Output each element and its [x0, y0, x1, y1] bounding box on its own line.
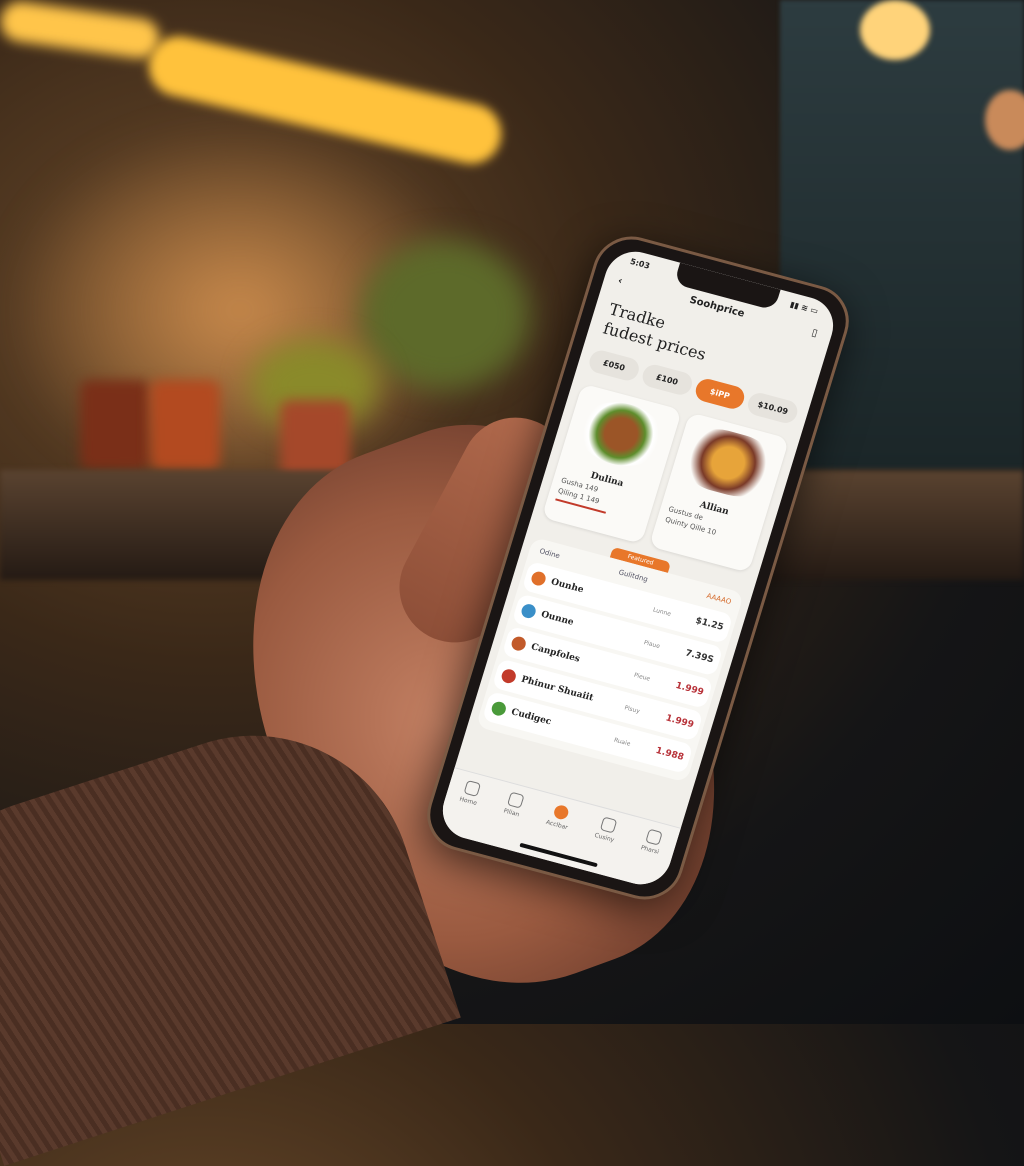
item-sub: Pisuy	[623, 703, 641, 715]
item-sub: Pieue	[633, 671, 652, 683]
list-header-right: AAAAO	[705, 591, 733, 607]
jar	[80, 380, 150, 470]
nav-item-cusiny[interactable]: Cusiny	[584, 816, 620, 876]
item-name: Canpfoles	[529, 642, 581, 665]
nav-label: Pharsi	[639, 844, 660, 856]
item-price: $1.25	[694, 615, 725, 633]
item-name: Ounhe	[549, 577, 585, 596]
globe-icon	[506, 791, 525, 809]
food-image	[569, 393, 673, 475]
nav-item-home[interactable]: Home	[449, 779, 483, 838]
item-sub: Ruaie	[613, 736, 632, 748]
home-icon	[463, 779, 481, 797]
item-price: 1.999	[674, 680, 705, 698]
store-logo-icon	[499, 667, 518, 685]
store-logo-icon	[529, 570, 548, 588]
item-price: 1.999	[664, 713, 695, 731]
nav-label: Acclbar	[545, 818, 569, 832]
search-icon	[644, 828, 663, 846]
item-name: Phinur Shuaiit	[519, 674, 595, 704]
nav-label: Cusiny	[593, 831, 616, 844]
item-sub: Piaue	[643, 638, 661, 650]
orange-circle-icon	[551, 803, 570, 821]
nav-item-pharsi[interactable]: Pharsi	[630, 828, 664, 887]
jar	[150, 380, 220, 470]
store-logo-icon	[519, 602, 538, 620]
store-logo-icon	[489, 700, 508, 718]
item-price: 7.39S	[684, 648, 715, 666]
item-sub: Lunne	[652, 605, 672, 618]
store-logo-icon	[509, 635, 528, 653]
list-header-mid: Gulitdng	[617, 568, 649, 584]
item-name: Cudigec	[509, 707, 553, 728]
price-list: Odine Gulitdng AAAAO Ounhe Lunne $1.25 O…	[475, 536, 745, 783]
cabinet-light	[0, 0, 163, 61]
nav-item-pilian[interactable]: Pilian	[493, 791, 525, 850]
item-name: Ounne	[539, 609, 575, 628]
food-image	[677, 421, 780, 504]
bag-icon[interactable]: ▯	[810, 327, 819, 339]
nav-label: Home	[458, 795, 478, 807]
plant	[360, 240, 530, 390]
item-price: 1.988	[654, 745, 685, 763]
bokeh-light	[860, 0, 930, 60]
list-header-left: Odine	[538, 547, 561, 561]
shield-icon	[599, 816, 618, 834]
nav-label: Pilian	[502, 807, 521, 819]
back-chevron-icon[interactable]: ‹	[617, 275, 624, 287]
